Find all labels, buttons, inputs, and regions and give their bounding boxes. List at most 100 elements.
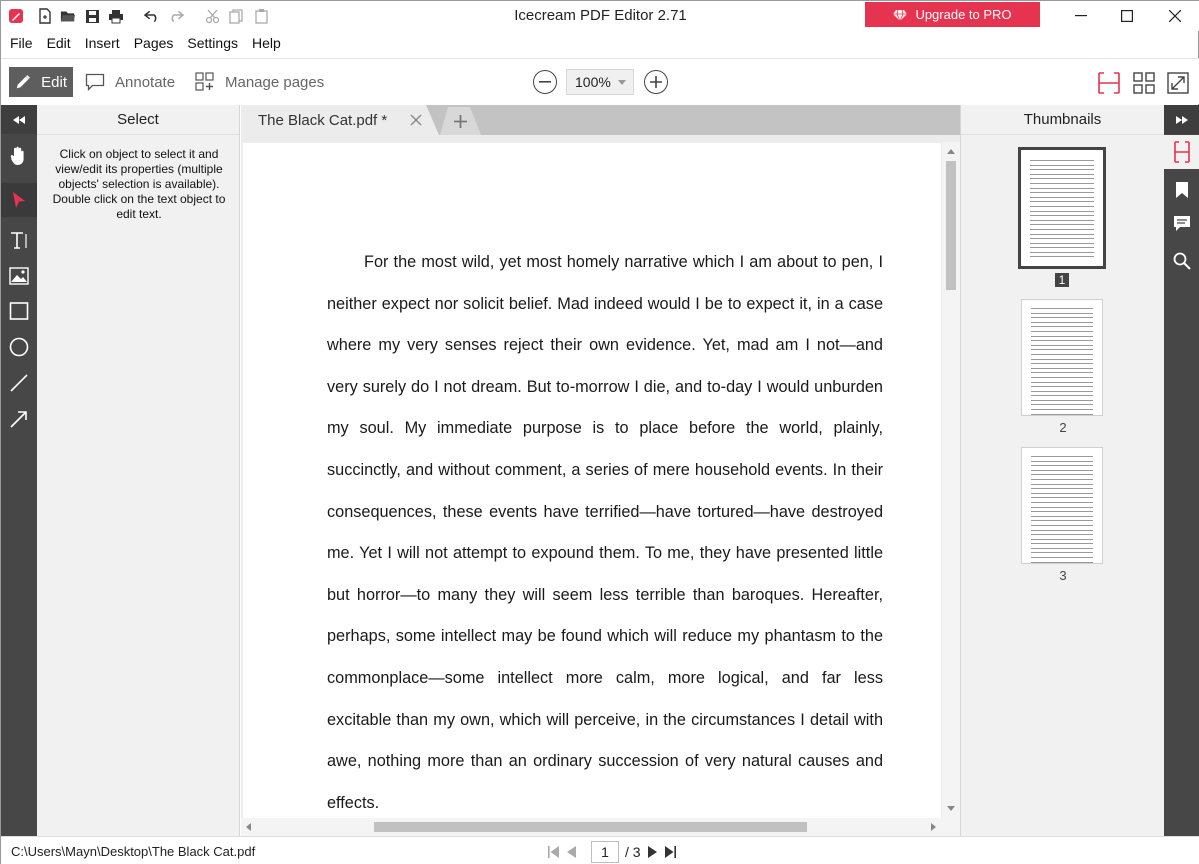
thumbnails-title: Thumbnails xyxy=(961,105,1164,135)
thumbnail-page-3[interactable] xyxy=(1021,447,1103,564)
first-page-icon xyxy=(547,846,559,858)
zoom-out-button[interactable] xyxy=(533,70,557,94)
rectangle-tool[interactable] xyxy=(1,294,37,328)
maximize-button[interactable] xyxy=(1104,1,1150,30)
thumbnails-icon xyxy=(1174,141,1190,163)
bookmark-icon xyxy=(1176,182,1188,198)
scroll-left-icon[interactable] xyxy=(246,823,251,831)
edit-mode-button[interactable]: Edit xyxy=(9,67,73,97)
menu-file[interactable]: File xyxy=(3,35,40,51)
horizontal-scrollbar[interactable] xyxy=(241,818,960,836)
thumbnail-page-2[interactable] xyxy=(1021,299,1103,416)
page-paragraph[interactable]: For the most wild, yet most homely narra… xyxy=(327,253,883,812)
zoom-out-icon xyxy=(539,81,551,83)
zoom-in-button[interactable] xyxy=(644,70,668,94)
bookmarks-toggle[interactable] xyxy=(1164,173,1199,207)
previous-page-button[interactable] xyxy=(565,845,577,859)
text-tool[interactable] xyxy=(1,223,37,257)
rectangle-tool-icon xyxy=(9,302,29,320)
first-page-button[interactable] xyxy=(547,845,559,859)
new-tab-button[interactable] xyxy=(440,107,481,135)
plus-icon xyxy=(454,114,467,128)
text-tool-icon xyxy=(11,232,27,249)
last-page-icon xyxy=(665,846,677,858)
search-toggle[interactable] xyxy=(1164,244,1199,278)
horizontal-scroll-thumb[interactable] xyxy=(374,822,807,832)
cut-icon[interactable] xyxy=(204,8,220,24)
select-tool[interactable] xyxy=(1,183,37,217)
zoom-level-select[interactable]: 100% xyxy=(566,69,634,95)
minimize-button[interactable] xyxy=(1058,1,1104,30)
new-file-icon[interactable] xyxy=(37,8,53,24)
print-icon[interactable] xyxy=(108,8,124,24)
comments-icon xyxy=(1174,216,1190,231)
thumbnail-page-number: 2 xyxy=(1059,420,1067,435)
thumbnails-panel: Thumbnails 1 2 3 xyxy=(960,105,1164,836)
last-page-button[interactable] xyxy=(665,845,677,859)
close-icon xyxy=(1169,9,1181,22)
pdf-page[interactable]: For the most wild, yet most homely narra… xyxy=(243,143,941,823)
scroll-up-icon[interactable] xyxy=(947,149,955,154)
tab-label: The Black Cat.pdf * xyxy=(258,111,388,129)
left-tool-strip xyxy=(1,105,37,836)
comments-toggle[interactable] xyxy=(1164,207,1199,241)
zoom-in-icon xyxy=(650,76,662,88)
menu-pages[interactable]: Pages xyxy=(127,35,181,51)
thumbnail-text-lines xyxy=(1030,160,1094,261)
image-tool-icon xyxy=(9,267,29,285)
menu-edit[interactable]: Edit xyxy=(40,35,78,51)
tab-close-icon[interactable] xyxy=(409,113,423,127)
menu-insert[interactable]: Insert xyxy=(78,35,127,51)
chevron-down-icon xyxy=(618,80,626,85)
upgrade-button[interactable]: Upgrade to PRO xyxy=(865,2,1040,27)
open-folder-icon[interactable] xyxy=(60,8,76,24)
collapse-right-button[interactable] xyxy=(1164,105,1199,134)
scroll-right-icon[interactable] xyxy=(931,823,936,831)
image-tool[interactable] xyxy=(1,259,37,293)
document-viewport[interactable]: For the most wild, yet most homely narra… xyxy=(241,135,960,823)
line-tool[interactable] xyxy=(1,366,37,400)
page-text-block[interactable]: For the most wild, yet most homely narra… xyxy=(327,242,883,823)
current-page-input[interactable]: 1 xyxy=(591,841,619,863)
fullscreen-icon[interactable] xyxy=(1166,71,1190,95)
app-logo-icon xyxy=(8,8,24,24)
menu-settings[interactable]: Settings xyxy=(180,35,245,51)
redo-icon[interactable] xyxy=(168,8,184,24)
next-page-button[interactable] xyxy=(647,845,659,859)
hand-tool[interactable] xyxy=(1,139,37,173)
upgrade-label: Upgrade to PRO xyxy=(915,7,1012,22)
comment-icon xyxy=(85,73,105,91)
manage-pages-icon xyxy=(195,72,214,91)
close-window-button[interactable] xyxy=(1152,1,1198,30)
menu-help[interactable]: Help xyxy=(245,35,288,51)
save-icon[interactable] xyxy=(84,8,100,24)
thumbnail-page-1[interactable] xyxy=(1018,147,1106,269)
thumbnails-toggle[interactable] xyxy=(1164,135,1199,169)
menu-bar: File Edit Insert Pages Settings Help xyxy=(1,31,288,55)
arrow-tool[interactable] xyxy=(1,402,37,436)
manage-pages-mode-label: Manage pages xyxy=(225,73,325,91)
two-page-view-icon[interactable] xyxy=(1132,71,1156,95)
previous-page-icon xyxy=(566,846,576,858)
paste-icon[interactable] xyxy=(253,8,269,24)
vertical-scroll-thumb[interactable] xyxy=(946,161,956,290)
annotate-mode-button[interactable]: Annotate xyxy=(85,67,175,97)
scroll-down-icon[interactable] xyxy=(947,806,955,811)
copy-icon[interactable] xyxy=(228,8,244,24)
edit-mode-label: Edit xyxy=(41,73,67,91)
thumbnail-page-number: 1 xyxy=(1055,273,1069,287)
annotate-mode-label: Annotate xyxy=(115,73,176,91)
select-panel: Select Click on object to select it and … xyxy=(37,105,240,836)
manage-pages-mode-button[interactable]: Manage pages xyxy=(195,67,324,97)
undo-icon[interactable] xyxy=(144,8,160,24)
ellipse-tool[interactable] xyxy=(1,330,37,364)
collapse-left-icon xyxy=(13,115,25,124)
thumbnail-text-lines xyxy=(1031,308,1093,415)
total-pages-label: / 3 xyxy=(625,844,641,860)
single-page-view-icon[interactable] xyxy=(1097,71,1121,95)
select-panel-title: Select xyxy=(37,105,239,135)
collapse-left-button[interactable] xyxy=(1,105,37,134)
main-toolbar: Edit Annotate Manage pages 100% xyxy=(1,58,1199,104)
vertical-scrollbar[interactable] xyxy=(942,142,960,818)
collapse-right-icon xyxy=(1176,115,1188,124)
